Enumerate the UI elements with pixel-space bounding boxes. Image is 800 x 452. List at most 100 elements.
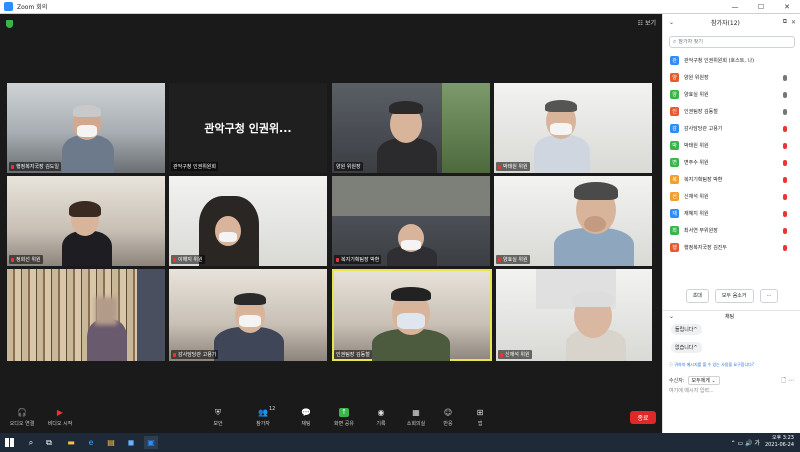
participant-row[interactable]: 행 행정복지국장 김진두 xyxy=(663,239,800,256)
participant-row[interactable]: 변 변주수 위원 xyxy=(663,154,800,171)
tray-icons[interactable]: ⌃ ▭ 🔊 xyxy=(731,440,755,447)
share-screen-button[interactable]: ↑ 화면 공유 xyxy=(324,408,364,427)
video-tile[interactable]: 박태원 위원 xyxy=(494,83,652,173)
share-arrow-icon: ↑ xyxy=(339,408,349,417)
video-tile[interactable]: 감사담당관 고용기 xyxy=(169,269,327,361)
participant-row[interactable]: 양 양효실 위원 xyxy=(663,86,800,103)
video-tile[interactable] xyxy=(7,269,165,361)
tile-name: 인권팀장 김동철 xyxy=(334,350,372,359)
title-bar: Zoom 회의 — ☐ ✕ xyxy=(0,0,800,14)
participant-name: 최서연 부위원장 xyxy=(684,228,718,234)
edge-icon[interactable]: e xyxy=(84,436,98,449)
video-tile[interactable]: 양효실 위원 xyxy=(494,176,652,266)
video-tile[interactable]: 신재석 위원 xyxy=(496,269,652,361)
mute-all-button[interactable]: 모두 음소거 xyxy=(714,289,754,303)
participants-count: 12 xyxy=(269,406,276,412)
avatar: 변 xyxy=(670,158,679,167)
video-tile-active-speaker[interactable]: 인권팀장 김동철 xyxy=(332,269,492,361)
audio-button[interactable]: 🎧 오디오 연결 xyxy=(2,408,42,427)
view-button[interactable]: ☷ 보기 xyxy=(638,18,656,27)
participant-row[interactable]: 신 신재석 위원 xyxy=(663,188,800,205)
microphone-muted-icon[interactable] xyxy=(783,159,787,166)
explorer-icon[interactable]: ▤ xyxy=(104,436,118,449)
participant-name: 변주수 위원 xyxy=(684,160,709,166)
popout-icon[interactable]: ⧉ xyxy=(783,18,787,26)
start-icon[interactable] xyxy=(5,438,14,447)
microphone-muted-icon[interactable] xyxy=(783,142,787,149)
end-meeting-button[interactable]: 종료 xyxy=(630,411,656,424)
participant-name: 박태원 위원 xyxy=(684,143,709,149)
meeting-toolbar: 🎧 오디오 연결 ▶ 비디오 시작 ⛨ 보안 👥 12 참가자 💬 채팅 ↑ 화… xyxy=(0,405,662,433)
video-tile[interactable]: 양원 위원장 xyxy=(332,83,490,173)
chevron-down-icon[interactable]: ⌄ xyxy=(669,19,674,26)
microphone-muted-icon[interactable] xyxy=(783,210,787,217)
security-button[interactable]: ⛨ 보안 xyxy=(198,408,238,427)
video-tile[interactable]: 행정복지국장 김도일 xyxy=(7,83,165,173)
participant-row[interactable]: 최 최서연 부위원장 xyxy=(663,222,800,239)
participant-row[interactable]: 복 복지기획팀장 박환 xyxy=(663,171,800,188)
file-icon[interactable]: 🗋 xyxy=(781,377,786,384)
participant-search-input[interactable] xyxy=(678,39,779,45)
folder-icon[interactable]: ▬ xyxy=(64,436,78,449)
app-icon[interactable]: ◼ xyxy=(124,436,138,449)
participants-button[interactable]: 👥 12 참가자 xyxy=(243,406,283,427)
tile-name: 정희선 위원 xyxy=(9,255,43,264)
tile-name: 박태원 위원 xyxy=(496,162,530,171)
microphone-icon[interactable] xyxy=(783,74,787,81)
avatar: 신 xyxy=(670,192,679,201)
participant-row[interactable]: 양 양원 위원장 xyxy=(663,69,800,86)
tile-name: 행정복지국장 김도일 xyxy=(9,162,61,171)
video-tile[interactable]: 정희선 위원 xyxy=(7,176,165,266)
search-icon[interactable]: ⌕ xyxy=(24,436,38,449)
microphone-muted-icon[interactable] xyxy=(783,244,787,251)
more-button[interactable]: ... xyxy=(759,289,779,303)
tile-name: 양원 위원장 xyxy=(334,162,363,171)
video-tile[interactable]: 복지기획팀장 박환 xyxy=(332,176,490,266)
participant-search[interactable]: ⌕ xyxy=(669,36,795,48)
maximize-button[interactable]: ☐ xyxy=(748,0,774,14)
task-view-icon[interactable]: ⧉ xyxy=(42,436,56,449)
tile-name: 관악구청 인권위원회 xyxy=(171,162,218,171)
search-icon: ⌕ xyxy=(673,38,677,45)
close-icon[interactable]: ✕ xyxy=(791,19,796,26)
tile-name: 양효실 위원 xyxy=(496,255,530,264)
microphone-muted-icon[interactable] xyxy=(783,227,787,234)
clock[interactable]: 오후 3:23 2021-06-24 xyxy=(765,435,794,449)
chat-button[interactable]: 💬 채팅 xyxy=(286,408,326,427)
video-button[interactable]: ▶ 비디오 시작 xyxy=(40,408,80,427)
minimize-button[interactable]: — xyxy=(722,0,748,14)
close-button[interactable]: ✕ xyxy=(774,0,800,14)
participant-name: 행정복지국장 김진두 xyxy=(684,245,727,251)
microphone-muted-icon[interactable] xyxy=(783,176,787,183)
video-tile[interactable]: 관악구청 인권위... 관악구청 인권위원회 xyxy=(169,83,327,173)
chevron-down-icon[interactable]: ⌄ xyxy=(669,313,674,320)
record-button[interactable]: ◉ 기록 xyxy=(361,408,401,427)
more-icon[interactable]: ⋯ xyxy=(788,377,794,384)
system-tray: ⌃ ▭ 🔊 가 xyxy=(730,440,760,447)
participant-list: 관 관악구청 인권위원회 (호스트, 나) 양 양원 위원장 양 양효실 위원 인 인권팀장 … xyxy=(663,52,800,256)
video-gallery: ☷ 보기 행정복지국장 김도일 관악구청 인권위... 관악구청 인권위원회 양… xyxy=(0,14,662,405)
recipient-select[interactable]: 모두에게 ⌄ xyxy=(687,376,720,385)
participant-row[interactable]: 재 재혜지 위원 xyxy=(663,205,800,222)
window-title: Zoom 회의 xyxy=(17,4,48,11)
chat-message: 없습니다^ xyxy=(671,342,702,353)
microphone-icon[interactable] xyxy=(783,91,787,98)
chat-input[interactable]: 여기에 메시지 입력... xyxy=(669,387,714,394)
microphone-muted-icon[interactable] xyxy=(783,193,787,200)
video-tile[interactable]: 이해지 위원 xyxy=(169,176,327,266)
participant-row[interactable]: 관 관악구청 인권위원회 (호스트, 나) xyxy=(663,52,800,69)
windows-taskbar: ⌕ ⧉ ▬ e ▤ ◼ ▣ ⌃ ▭ 🔊 가 오후 3:23 2021-06-24 xyxy=(0,433,800,452)
participant-row[interactable]: 박 박태원 위원 xyxy=(663,137,800,154)
microphone-icon[interactable] xyxy=(783,108,787,115)
shield-icon[interactable] xyxy=(6,20,13,28)
participant-row[interactable]: 인 인권팀장 김동철 xyxy=(663,103,800,120)
invite-button[interactable]: 초대 xyxy=(685,289,709,303)
participant-name: 양원 위원장 xyxy=(684,75,709,81)
zoom-taskbar-icon[interactable]: ▣ xyxy=(144,436,158,449)
participant-name: 인권팀장 김동철 xyxy=(684,109,718,115)
chat-visibility-note[interactable]: ⓘ 귀하의 메시지를 볼 수 있는 사람을 요구합니다? xyxy=(669,362,797,368)
participant-row[interactable]: 감 감사담당관 고용기 xyxy=(663,120,800,137)
microphone-muted-icon[interactable] xyxy=(783,125,787,132)
apps-button[interactable]: ⊞ 앱 xyxy=(460,408,500,427)
people-icon: 👥 xyxy=(258,408,268,417)
